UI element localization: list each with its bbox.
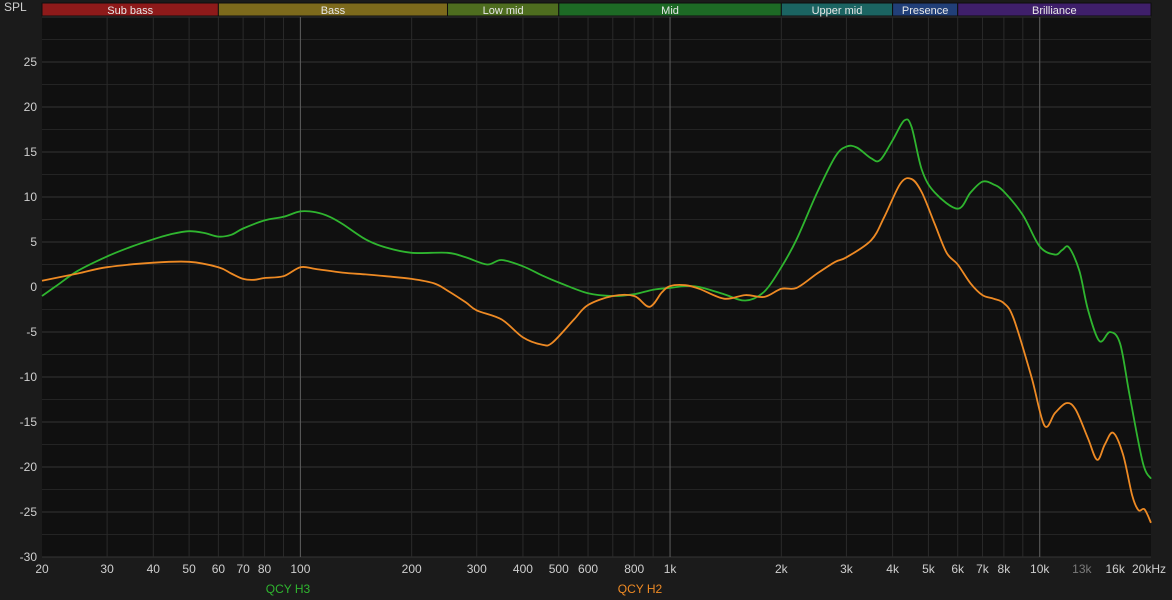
frequency-response-chart: Sub bass Bass Low mid Mid Upper mid Presence B… <box>0 0 1172 600</box>
y-tick-label: -15 <box>20 415 38 429</box>
x-tick-label: 80 <box>258 562 272 576</box>
x-tick-label: 400 <box>513 562 533 576</box>
y-tick-label: -5 <box>26 325 37 339</box>
x-tick-label: 4k <box>886 562 900 576</box>
y-tick-label: -25 <box>20 505 38 519</box>
x-tick-label: 60 <box>212 562 226 576</box>
x-tick-label: 600 <box>578 562 598 576</box>
x-tick-label: 20kHz <box>1132 562 1166 576</box>
x-tick-label: 50 <box>182 562 196 576</box>
x-tick-label: 2k <box>775 562 789 576</box>
x-tick-label: 100 <box>290 562 310 576</box>
x-tick-label: 10k <box>1030 562 1050 576</box>
band-label: Brilliance <box>1032 5 1077 17</box>
x-tick-label: 8k <box>998 562 1012 576</box>
x-tick-label: 1k <box>664 562 678 576</box>
band-label: Sub bass <box>107 5 153 17</box>
y-tick-label: 15 <box>24 145 38 159</box>
x-tick-label: 13k <box>1072 562 1092 576</box>
x-tick-label: 800 <box>624 562 644 576</box>
frequency-band-bar: Sub bass Bass Low mid Mid Upper mid Presence B… <box>41 2 1152 17</box>
legend-entry: QCY H3 <box>266 582 311 596</box>
x-tick-label: 300 <box>467 562 487 576</box>
x-tick-label: 5k <box>922 562 936 576</box>
y-tick-label: 5 <box>30 235 37 249</box>
y-tick-label: -10 <box>20 370 38 384</box>
y-tick-label: 0 <box>30 280 37 294</box>
x-tick-label: 16k <box>1105 562 1125 576</box>
y-tick-label: 20 <box>24 100 38 114</box>
x-tick-label: 7k <box>976 562 990 576</box>
band-label: Upper mid <box>812 5 863 17</box>
band-label: Low mid <box>483 5 524 17</box>
x-tick-label: 40 <box>147 562 161 576</box>
band-label: Bass <box>321 5 346 17</box>
band-label: Presence <box>902 5 948 17</box>
x-tick-label: 30 <box>100 562 114 576</box>
y-tick-label: -20 <box>20 460 38 474</box>
x-tick-label: 20 <box>35 562 49 576</box>
band-label: Mid <box>661 5 679 17</box>
y-tick-label: 10 <box>24 190 38 204</box>
x-tick-label: 70 <box>236 562 250 576</box>
x-tick-label: 200 <box>402 562 422 576</box>
legend-entry: QCY H2 <box>618 582 663 596</box>
x-tick-label: 6k <box>951 562 965 576</box>
x-tick-label: 500 <box>549 562 569 576</box>
y-tick-label: 25 <box>24 55 38 69</box>
x-tick-label: 3k <box>840 562 854 576</box>
y-axis-label: SPL <box>4 0 27 14</box>
